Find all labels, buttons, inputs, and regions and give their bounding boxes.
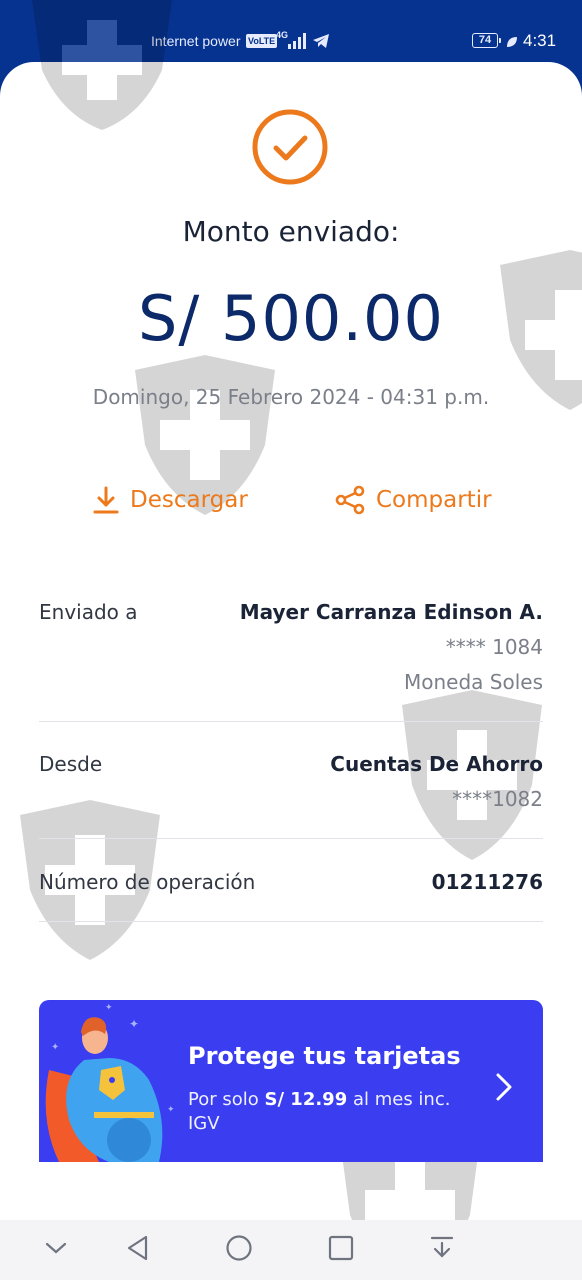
- carrier-name: Internet power: [151, 33, 241, 49]
- superhero-illustration: ✦ ✦ ✦ ✦: [45, 1003, 175, 1162]
- source-account-type: Cuentas De Ahorro: [330, 752, 543, 776]
- power-saving-icon: [507, 37, 517, 47]
- amount-title: Monto enviado:: [182, 215, 400, 248]
- divider: [39, 838, 543, 839]
- divider: [39, 721, 543, 722]
- share-button[interactable]: Compartir: [334, 482, 492, 518]
- promo-desc-prefix: Por solo: [188, 1089, 265, 1110]
- download-button[interactable]: Descargar: [92, 482, 248, 518]
- operation-label: Número de operación: [39, 870, 256, 894]
- svg-text:✦: ✦: [167, 1105, 175, 1115]
- notification-pull-button[interactable]: [429, 1234, 455, 1262]
- status-time: 4:31: [523, 31, 557, 50]
- transaction-datetime: Domingo, 25 Febrero 2024 - 04:31 p.m.: [92, 385, 490, 409]
- amount-value: S/ 500.00: [138, 282, 444, 355]
- download-icon: [93, 486, 119, 514]
- telegram-icon: [313, 34, 329, 48]
- home-button[interactable]: [225, 1234, 253, 1262]
- success-check-icon: [252, 109, 328, 185]
- operation-number: 01211276: [431, 870, 543, 894]
- back-button[interactable]: [124, 1234, 152, 1262]
- recipient-name: Mayer Carranza Edinson A.: [239, 600, 543, 624]
- svg-text:✦: ✦: [129, 1017, 139, 1031]
- svg-text:✦: ✦: [105, 1003, 113, 1013]
- from-label: Desde: [39, 752, 103, 776]
- collapse-nav-button[interactable]: [44, 1238, 68, 1258]
- share-icon: [335, 485, 365, 515]
- insurance-promo-banner[interactable]: ✦ ✦ ✦ ✦ Protege tus tarjetas Por solo S/…: [39, 1000, 543, 1162]
- promo-description: Por solo S/ 12.99 al mes inc. IGV: [188, 1088, 468, 1136]
- recipient-account: **** 1084: [445, 635, 543, 659]
- battery-icon: 74: [472, 33, 501, 48]
- sent-to-label: Enviado a: [39, 600, 138, 624]
- share-label: Compartir: [376, 487, 492, 513]
- volte-badge: VoLTE: [246, 34, 278, 48]
- divider: [39, 921, 543, 922]
- signal-icon: [288, 33, 306, 49]
- recents-button[interactable]: [327, 1234, 355, 1262]
- chevron-right-icon: [496, 1073, 512, 1101]
- download-label: Descargar: [130, 487, 248, 513]
- system-navigation-bar: [0, 1220, 582, 1280]
- promo-price: S/ 12.99: [264, 1089, 348, 1110]
- promo-title: Protege tus tarjetas: [188, 1042, 461, 1070]
- svg-text:✦: ✦: [51, 1042, 59, 1053]
- recipient-currency: Moneda Soles: [404, 670, 543, 694]
- source-account: ****1082: [452, 787, 543, 811]
